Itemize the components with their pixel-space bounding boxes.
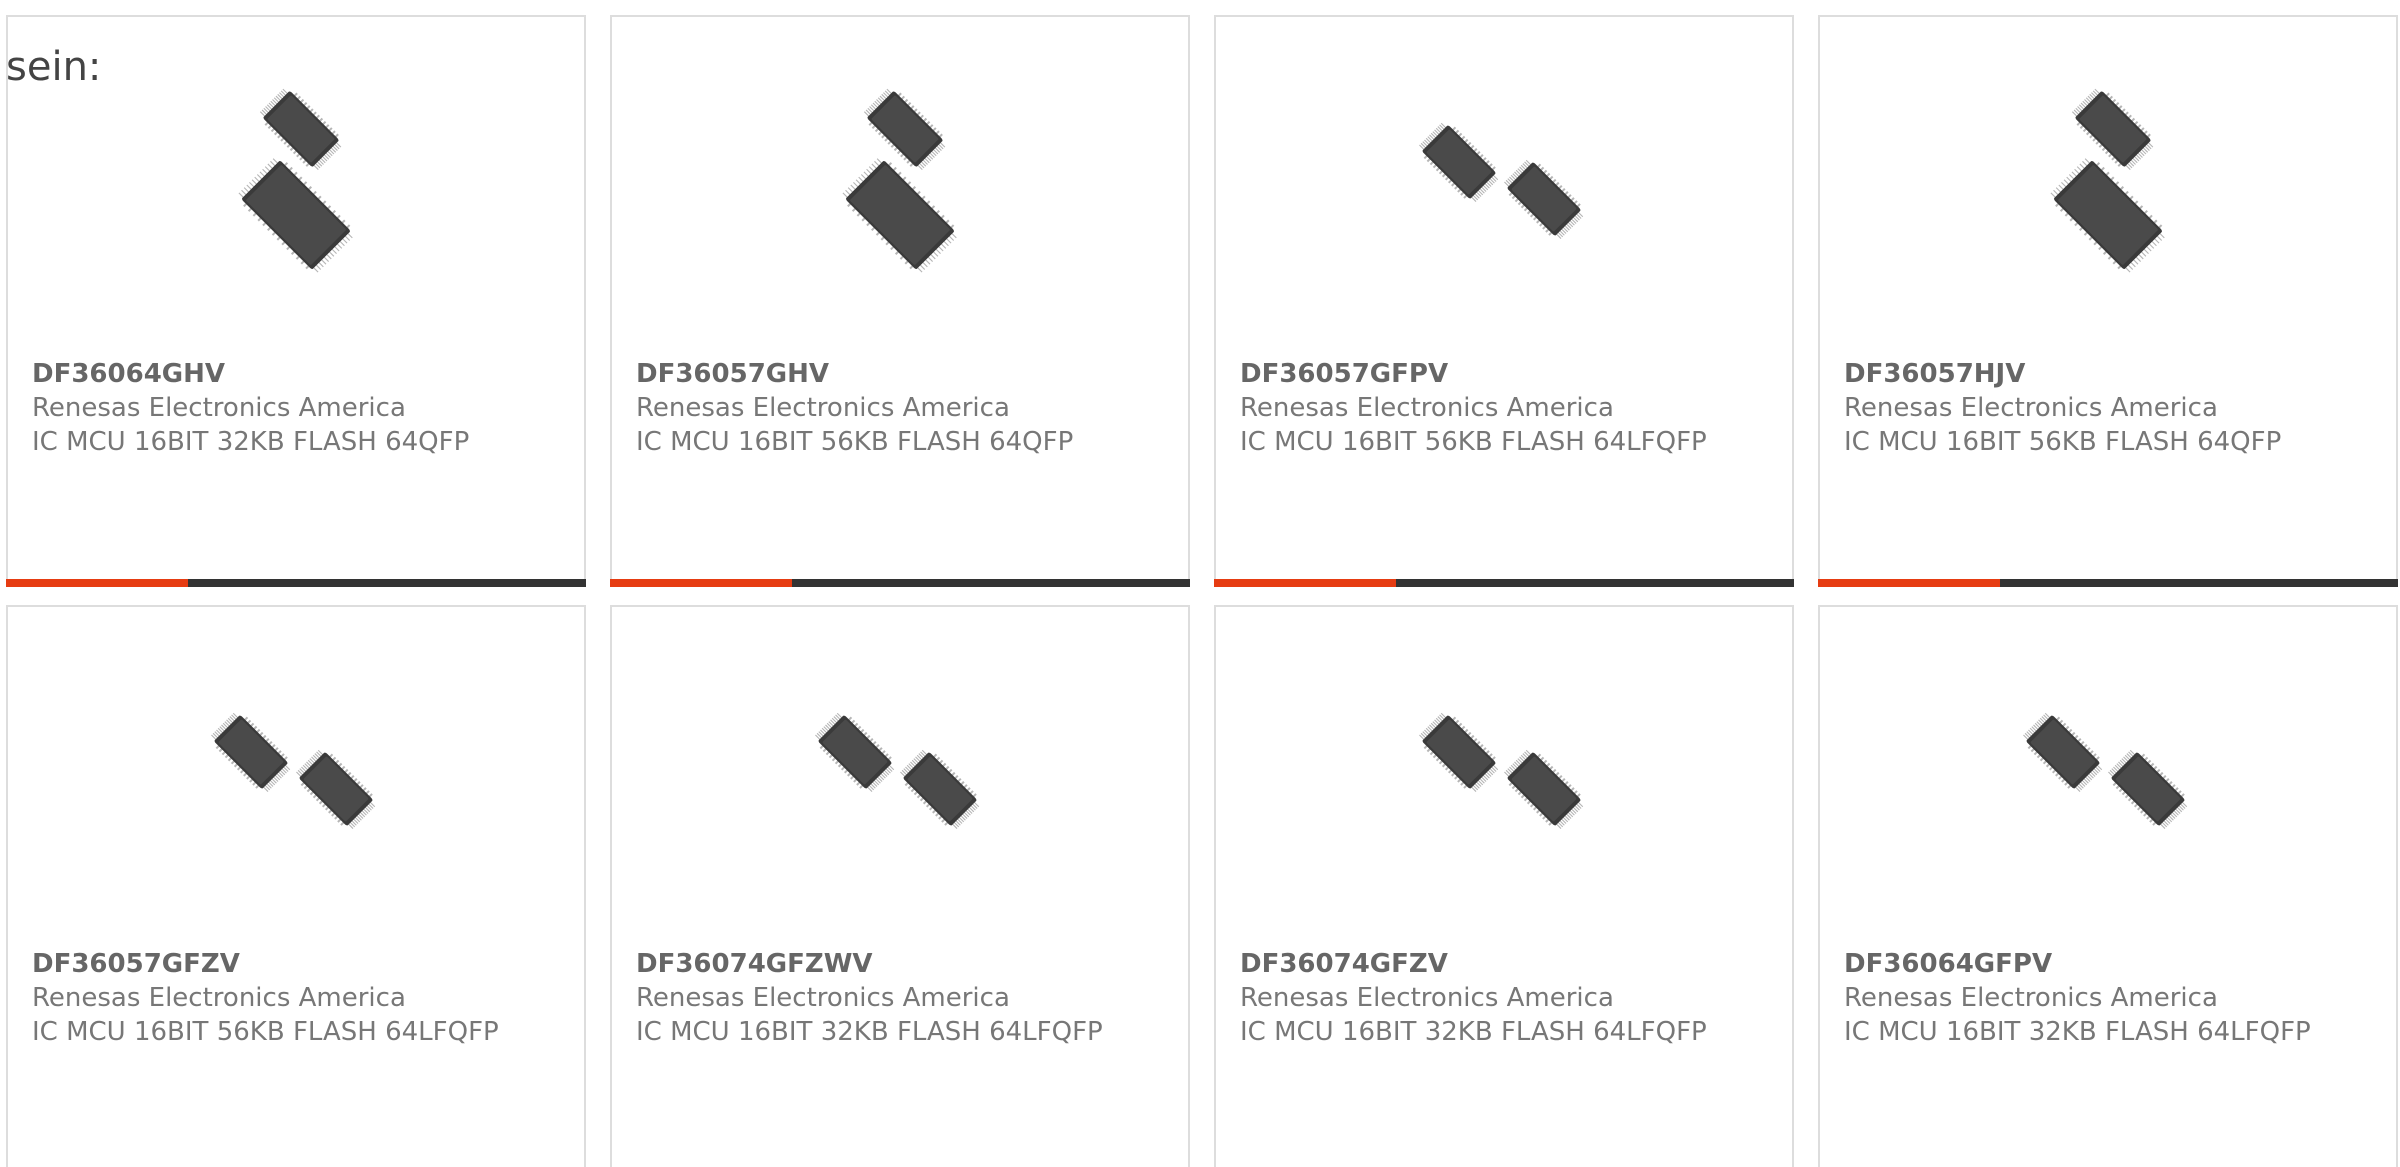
product-info: DF36057HJV Renesas Electronics America I… (1844, 357, 2364, 459)
lqfp-chips-side-by-side-icon (1419, 712, 1584, 829)
lqfp-chips-side-by-side-icon (1404, 677, 1604, 877)
manufacturer: Renesas Electronics America (636, 393, 1010, 423)
qfp-chips-stacked-icon (196, 87, 396, 287)
manufacturer: Renesas Electronics America (1240, 983, 1614, 1013)
lqfp-chips-side-by-side-icon (196, 677, 396, 877)
product-card[interactable]: DF36074GFZV Renesas Electronics America … (1214, 605, 1794, 1167)
description: IC MCU 16BIT 56KB FLASH 64LFQFP (32, 1017, 499, 1047)
description: IC MCU 16BIT 32KB FLASH 64LFQFP (1844, 1017, 2311, 1047)
card-progress-bar (610, 579, 1190, 587)
lqfp-chips-side-by-side-icon (2008, 677, 2208, 877)
qfp-chips-stacked-icon (800, 87, 1000, 287)
product-card[interactable]: DF36057GFZV Renesas Electronics America … (6, 605, 586, 1167)
card-bar-accent (610, 579, 792, 587)
description: IC MCU 16BIT 32KB FLASH 64QFP (32, 427, 470, 457)
product-card[interactable]: DF36057HJV Renesas Electronics America I… (1818, 15, 2398, 587)
product-card[interactable]: DF36074GFZWV Renesas Electronics America… (610, 605, 1190, 1167)
description: IC MCU 16BIT 32KB FLASH 64LFQFP (636, 1017, 1103, 1047)
product-card[interactable]: DF36057GHV Renesas Electronics America I… (610, 15, 1190, 587)
intro-text: sein: (6, 44, 102, 90)
qfp-chips-stacked-icon (2008, 87, 2208, 287)
manufacturer: Renesas Electronics America (1844, 983, 2218, 1013)
part-number[interactable]: DF36057HJV (1844, 357, 2364, 391)
description: IC MCU 16BIT 56KB FLASH 64QFP (636, 427, 1074, 457)
product-info: DF36064GHV Renesas Electronics America I… (32, 357, 552, 459)
card-bar-accent (6, 579, 188, 587)
card-bar-accent (1214, 579, 1396, 587)
lqfp-chips-side-by-side-icon (1404, 87, 1604, 287)
card-progress-bar (6, 579, 586, 587)
description: IC MCU 16BIT 56KB FLASH 64QFP (1844, 427, 2282, 457)
product-card[interactable]: DF36064GHV Renesas Electronics America I… (6, 15, 586, 587)
manufacturer: Renesas Electronics America (32, 983, 406, 1013)
manufacturer: Renesas Electronics America (32, 393, 406, 423)
description: IC MCU 16BIT 32KB FLASH 64LFQFP (1240, 1017, 1707, 1047)
lqfp-chips-side-by-side-icon (2023, 712, 2188, 829)
lqfp-chips-side-by-side-icon (815, 712, 980, 829)
product-info: DF36057GFPV Renesas Electronics America … (1240, 357, 1760, 459)
product-card[interactable]: DF36057GFPV Renesas Electronics America … (1214, 15, 1794, 587)
product-info: DF36074GFZWV Renesas Electronics America… (636, 947, 1156, 1049)
card-progress-bar (1818, 579, 2398, 587)
lqfp-chips-side-by-side-icon (211, 712, 376, 829)
description: IC MCU 16BIT 56KB FLASH 64LFQFP (1240, 427, 1707, 457)
product-grid: DF36064GHV Renesas Electronics America I… (6, 15, 2400, 1167)
card-bar-accent (1818, 579, 2000, 587)
product-info: DF36057GHV Renesas Electronics America I… (636, 357, 1156, 459)
lqfp-chips-side-by-side-icon (1419, 122, 1584, 239)
lqfp-chips-side-by-side-icon (800, 677, 1000, 877)
part-number[interactable]: DF36064GFPV (1844, 947, 2364, 981)
qfp-chips-stacked-icon (2050, 88, 2165, 273)
product-info: DF36057GFZV Renesas Electronics America … (32, 947, 552, 1049)
card-progress-bar (1214, 579, 1794, 587)
product-info: DF36064GFPV Renesas Electronics America … (1844, 947, 2364, 1049)
part-number[interactable]: DF36064GHV (32, 357, 552, 391)
manufacturer: Renesas Electronics America (1844, 393, 2218, 423)
part-number[interactable]: DF36057GFPV (1240, 357, 1760, 391)
part-number[interactable]: DF36057GFZV (32, 947, 552, 981)
part-number[interactable]: DF36074GFZWV (636, 947, 1156, 981)
part-number[interactable]: DF36074GFZV (1240, 947, 1760, 981)
qfp-chips-stacked-icon (842, 88, 957, 273)
product-card[interactable]: DF36064GFPV Renesas Electronics America … (1818, 605, 2398, 1167)
manufacturer: Renesas Electronics America (636, 983, 1010, 1013)
manufacturer: Renesas Electronics America (1240, 393, 1614, 423)
product-info: DF36074GFZV Renesas Electronics America … (1240, 947, 1760, 1049)
qfp-chips-stacked-icon (238, 88, 353, 273)
part-number[interactable]: DF36057GHV (636, 357, 1156, 391)
